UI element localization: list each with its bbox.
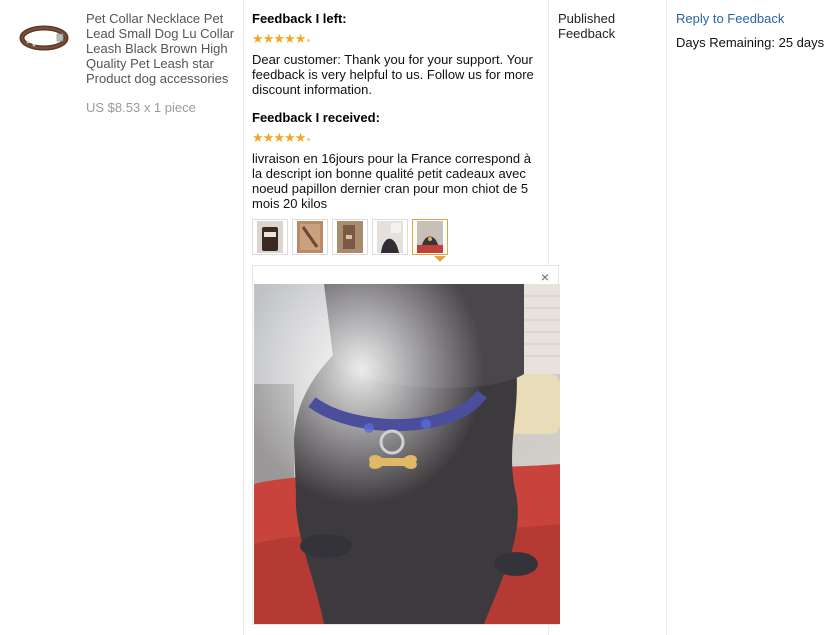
star-icon: ★ [294,30,307,46]
feedback-photo-large [254,284,560,624]
feedback-received-text: livraison en 16jours pour la France corr… [252,151,531,211]
photo-1-image [257,221,283,253]
feedback-left-heading: Feedback I left: [252,11,347,26]
reply-to-feedback-link[interactable]: Reply to Feedback [676,11,784,26]
photo-viewer: × [252,265,560,625]
photo-thumbnail[interactable] [332,219,368,255]
photo-thumbnail[interactable] [372,219,408,255]
photo-2-image [297,221,323,253]
star-icon: ★ [252,129,264,145]
star-icon: ★ [273,30,285,46]
photo-thumbnail[interactable] [252,219,288,255]
star-decoration [307,137,311,141]
photo-thumbnail[interactable] [292,219,328,255]
product-price: US $8.53 x 1 piece [86,100,196,115]
collar-thumbnail-icon [19,25,69,51]
column-divider [666,0,667,635]
feedback-status: Published Feedback [558,11,616,41]
photo-5-image [417,221,443,253]
star-icon: ★ [294,129,307,145]
star-icon: ★ [262,129,275,145]
photo-3-image [337,221,363,253]
feedback-left-text: Dear customer: Thank you for your suppor… [252,52,534,97]
star-decoration [307,38,311,42]
close-icon[interactable]: × [541,269,549,285]
product-thumbnail[interactable] [19,22,69,54]
star-icon: ★ [283,30,296,46]
photo-thumbnail-active[interactable] [412,219,448,255]
feedback-received-heading: Feedback I received: [252,110,380,125]
photo-4-image [377,221,403,253]
star-icon: ★ [273,129,285,145]
star-icon: ★ [283,129,296,145]
star-icon: ★ [252,30,264,46]
column-divider [243,0,244,635]
product-title[interactable]: Pet Collar Necklace Pet Lead Small Dog L… [86,11,238,86]
star-icon: ★ [262,30,275,46]
feedback-received-rating: ★ ★ ★ ★ ★ [252,129,311,145]
feedback-photo-strip [252,219,452,255]
active-photo-pointer [434,256,446,262]
days-remaining: Days Remaining: 25 days [676,35,825,50]
feedback-left-rating: ★ ★ ★ ★ ★ [252,30,311,46]
